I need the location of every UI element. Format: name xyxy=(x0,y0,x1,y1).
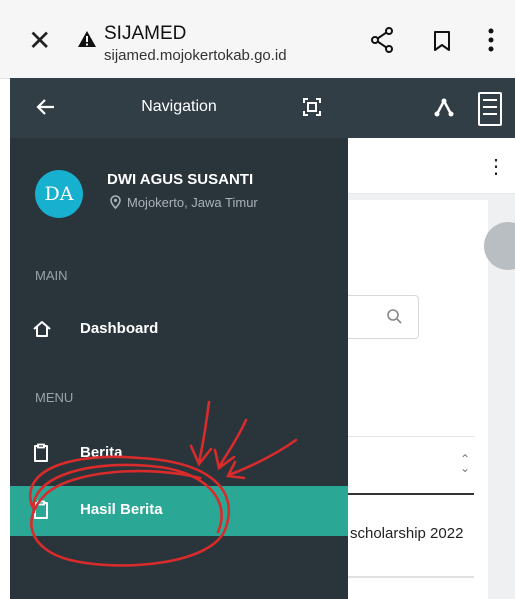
search-icon[interactable] xyxy=(386,308,402,329)
clipboard-icon xyxy=(32,500,50,525)
avatar[interactable]: DA xyxy=(35,170,83,218)
user-location-text: Mojokerto, Jawa Timur xyxy=(127,195,258,210)
search-input[interactable] xyxy=(348,295,419,339)
home-icon xyxy=(32,319,52,344)
user-name: DWI AGUS SUSANTI xyxy=(107,171,254,188)
menu-icon[interactable] xyxy=(478,92,502,126)
section-label-menu: MENU xyxy=(35,390,74,405)
bookmark-icon[interactable] xyxy=(433,30,451,57)
network-icon[interactable] xyxy=(433,97,455,122)
sidebar-item-label: Hasil Berita xyxy=(80,501,163,518)
map-pin-icon xyxy=(110,195,121,210)
browser-toolbar: ✕ SIJAMED sijamed.mojokertokab.go.id xyxy=(0,0,515,79)
warning-icon[interactable] xyxy=(77,30,97,53)
sidebar-item-hasil-berita[interactable]: Hasil Berita xyxy=(10,486,348,536)
site-url[interactable]: sijamed.mojokertokab.go.id xyxy=(104,47,287,64)
site-title: SIJAMED xyxy=(104,23,187,44)
drawer-title: Navigation xyxy=(141,98,217,115)
divider xyxy=(348,576,474,578)
sort-icon: ⌃ ⌄ xyxy=(460,452,471,475)
clipboard-icon xyxy=(32,443,50,468)
navigation-drawer: Navigation DA DWI AGUS SUSANTI Mojokerto… xyxy=(10,78,348,599)
more-vert-icon[interactable] xyxy=(488,28,494,57)
sidebar-item-dashboard[interactable]: Dashboard xyxy=(10,305,348,355)
sidebar-item-label: Berita xyxy=(80,444,123,461)
close-icon[interactable]: ✕ xyxy=(28,27,51,55)
page-app-bar xyxy=(348,78,515,138)
page-subbar: ⋮ xyxy=(348,138,515,194)
table-cell: scholarship 2022 xyxy=(350,525,464,542)
sidebar-item-label: Dashboard xyxy=(80,320,159,337)
share-icon[interactable] xyxy=(370,27,394,58)
section-label-main: MAIN xyxy=(35,268,68,283)
drawer-header: Navigation xyxy=(10,78,348,138)
user-location: Mojokerto, Jawa Timur xyxy=(110,195,258,210)
sidebar-item-berita[interactable]: Berita xyxy=(10,429,348,479)
fullscreen-icon[interactable] xyxy=(303,98,321,121)
select-field[interactable]: ⌃ ⌄ xyxy=(348,436,474,495)
more-vert-icon[interactable]: ⋮ xyxy=(486,154,506,179)
